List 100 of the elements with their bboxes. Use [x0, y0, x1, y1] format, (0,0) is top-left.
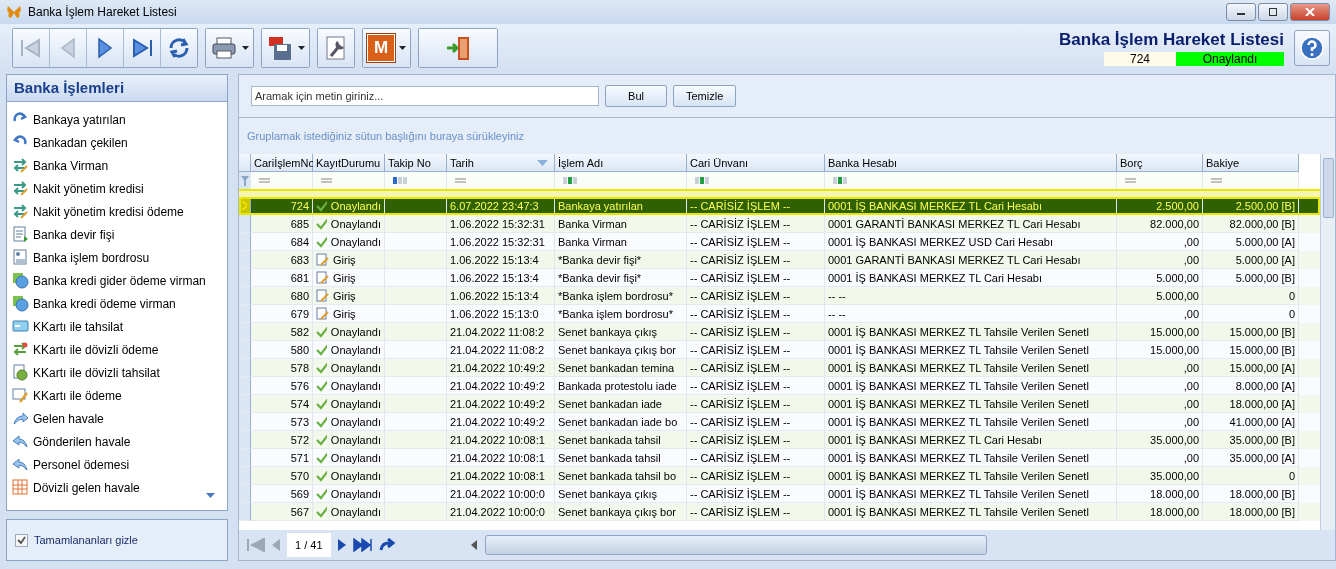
text-filter-icon[interactable]: [695, 177, 710, 184]
equals-icon[interactable]: [1125, 178, 1136, 183]
table-row[interactable]: 574 Onaylandı 21.04.2022 10:49:2 Senet bankadan iade -- CARİSİZ İŞLEM -- 0001 İŞ BANKASI MERKEZ TL Tahsile Verilen Senetl ,00 18.000,00 [A]: [239, 395, 1320, 413]
text-filter-icon[interactable]: [833, 177, 848, 184]
row-indicator[interactable]: [239, 215, 251, 233]
sidebar-item[interactable]: Nakit yönetim kredisi: [33, 181, 144, 196]
sidebar-item[interactable]: KKartı ile tahsilat: [33, 319, 124, 334]
row-indicator[interactable]: [239, 395, 251, 413]
column-header[interactable]: İşlem Adı: [555, 154, 687, 172]
help-button[interactable]: [1294, 30, 1330, 66]
scrollbar-thumb[interactable]: [1323, 158, 1334, 218]
row-indicator[interactable]: [239, 269, 251, 287]
first-page-icon[interactable]: [247, 538, 265, 552]
sidebar-item[interactable]: Nakit yönetim kredisi ödeme: [33, 204, 184, 219]
equals-icon[interactable]: [1211, 178, 1222, 183]
next-page-icon[interactable]: [336, 538, 347, 552]
row-indicator[interactable]: [239, 413, 251, 431]
sidebar-item[interactable]: Bankadan çekilen: [33, 135, 128, 150]
text-filter-icon[interactable]: [563, 177, 578, 184]
row-indicator[interactable]: [239, 251, 251, 269]
row-indicator[interactable]: [239, 485, 251, 503]
table-row[interactable]: 571 Onaylandı 21.04.2022 10:08:1 Senet bankada tahsil -- CARİSİZ İŞLEM -- 0001 İŞ BANKASI MERKEZ TL Tahsile Verilen Senetl ,00 35.000,00 [A]: [239, 449, 1320, 467]
table-row[interactable]: 582 Onaylandı 21.04.2022 11:08:2 Senet bankaya çıkış -- CARİSİZ İŞLEM -- 0001 İŞ BANKASI MERKEZ TL Tahsile Verilen Senetl 15.000,00 15.000,00 [B]: [239, 323, 1320, 341]
scrollbar-thumb[interactable]: [484, 535, 987, 555]
table-row[interactable]: 569 Onaylandı 21.04.2022 10:00:0 Senet bankaya çıkış -- CARİSİZ İŞLEM -- 0001 İŞ BANKASI MERKEZ TL Tahsile Verilen Senetl 18.000,00 18.000,00 [B]: [239, 485, 1320, 503]
table-row[interactable]: 681 Giriş 1.06.2022 15:13:4 *Banka devir fişi* -- CARİSİZ İŞLEM -- 0001 İŞ BANKASI MERKEZ TL Cari Hesabı 5.000,00 5.000,00 [B]: [239, 269, 1320, 287]
checkbox[interactable]: [15, 533, 28, 547]
table-row[interactable]: 685 Onaylandı 1.06.2022 15:32:31 Banka Virman -- CARİSİZ İŞLEM -- 0001 GARANTİ BANKASI MERKEZ TL Cari Hesabı 82.000,00 82.000,00 [B]: [239, 215, 1320, 233]
table-cell: 578: [290, 361, 309, 374]
last-page-icon[interactable]: [352, 538, 373, 552]
column-header[interactable]: Bakiye: [1203, 154, 1299, 172]
text-filter-icon[interactable]: [393, 177, 408, 184]
column-header[interactable]: Banka Hesabı: [825, 154, 1117, 172]
sidebar-item[interactable]: Banka işlem bordrosu: [33, 250, 150, 265]
row-indicator[interactable]: [239, 323, 251, 341]
close-button[interactable]: [1290, 3, 1330, 21]
sidebar-item[interactable]: Dövizli gelen havale: [33, 480, 140, 495]
redo-icon[interactable]: [378, 538, 397, 552]
sidebar-item[interactable]: Gelen havale: [33, 411, 104, 426]
sidebar-item[interactable]: Personel ödemesi: [33, 457, 130, 472]
status-text: Onaylandı: [330, 379, 381, 392]
last-button[interactable]: [124, 29, 161, 67]
row-indicator[interactable]: [239, 305, 251, 323]
row-indicator[interactable]: [239, 287, 251, 305]
column-header[interactable]: CariİşlemNo: [251, 154, 313, 172]
printer-button[interactable]: [206, 29, 253, 67]
equals-icon[interactable]: [259, 178, 270, 183]
sidebar-item[interactable]: KKartı ile dövizli tahsilat: [33, 365, 160, 380]
row-indicator[interactable]: [239, 449, 251, 467]
sidebar-item[interactable]: Banka devir fişi: [33, 227, 115, 242]
row-indicator[interactable]: [239, 377, 251, 395]
column-header[interactable]: Cari Ünvanı: [687, 154, 825, 172]
table-row[interactable]: 573 Onaylandı 21.04.2022 10:49:2 Senet bankadan iade bo -- CARİSİZ İŞLEM -- 0001 İŞ BANKASI MERKEZ TL Tahsile Verilen Senetl ,00 41.000,00 [A]: [239, 413, 1320, 431]
wrench-button[interactable]: [318, 29, 354, 67]
row-indicator[interactable]: [239, 359, 251, 377]
sidebar-item[interactable]: KKartı ile ödeme: [33, 388, 122, 403]
table-cell: -- CARİSİZ İŞLEM --: [690, 343, 791, 356]
sidebar-item[interactable]: Gönderilen havale: [33, 434, 131, 449]
table-row[interactable]: 578 Onaylandı 21.04.2022 10:49:2 Senet bankadan temina -- CARİSİZ İŞLEM -- 0001 İŞ BANKASI MERKEZ TL Tahsile Verilen Senetl ,00 15.000,00 [A]: [239, 359, 1320, 377]
row-indicator[interactable]: [239, 341, 251, 359]
table-row[interactable]: 679 Giriş 1.06.2022 15:13:0 *Banka işlem bordrosu* -- CARİSİZ İŞLEM -- -- -- ,00 0: [239, 305, 1320, 323]
sidebar-item[interactable]: Bankaya yatırılan: [33, 112, 126, 127]
vertical-scrollbar[interactable]: [1320, 154, 1335, 530]
table-row[interactable]: 684 Onaylandı 1.06.2022 15:32:31 Banka Virman -- CARİSİZ İŞLEM -- 0001 İŞ BANKASI MERKEZ USD Cari Hesabı ,00 5.000,00 [A]: [239, 233, 1320, 251]
equals-icon[interactable]: [455, 178, 466, 183]
refresh-button[interactable]: [161, 29, 197, 67]
scroll-left-icon[interactable]: [470, 540, 477, 550]
minimize-button[interactable]: [1226, 3, 1256, 21]
find-button[interactable]: Bul: [605, 85, 667, 107]
module-button[interactable]: M: [363, 29, 410, 67]
sidebar-item[interactable]: Banka kredi ödeme virman: [33, 296, 176, 311]
previous-page-icon[interactable]: [271, 538, 281, 552]
table-row[interactable]: 576 Onaylandı 21.04.2022 10:49:2 Bankada protestolu iade -- CARİSİZ İŞLEM -- 0001 İŞ BANKASI MERKEZ TL Tahsile Verilen Senetl ,00 8.000,00 [A]: [239, 377, 1320, 395]
row-indicator[interactable]: [239, 467, 251, 485]
table-row[interactable]: 567 Onaylandı 21.04.2022 10:00:0 Senet bankaya çıkış bor -- CARİSİZ İŞLEM -- 0001 İŞ BANKASI MERKEZ TL Tahsile Verilen Senetl 18.000,00 18.000,00 [B]: [239, 503, 1320, 521]
search-field[interactable]: Aramak için metin giriniz...: [251, 86, 599, 106]
clear-button[interactable]: Temizle: [673, 85, 737, 107]
table-row[interactable]: 724 Onaylandı 6.07.2022 23:47:3 Bankaya yatırılan -- CARİSİZ İŞLEM -- 0001 İŞ BANKASI MERKEZ TL Cari Hesabı 2.500,00 2.500,00 [B]: [239, 197, 1320, 215]
table-row[interactable]: 572 Onaylandı 21.04.2022 10:08:1 Senet bankada tahsil -- CARİSİZ İŞLEM -- 0001 İŞ BANKASI MERKEZ TL Cari Hesabı 35.000,00 35.000,00 [B]: [239, 431, 1320, 449]
row-indicator[interactable]: [239, 431, 251, 449]
row-indicator[interactable]: [239, 503, 251, 521]
row-indicator[interactable]: [239, 197, 251, 215]
column-header[interactable]: Tarih: [447, 154, 555, 172]
table-row[interactable]: 680 Giriş 1.06.2022 15:13:4 *Banka işlem bordrosu* -- CARİSİZ İŞLEM -- -- -- 5.000,00 0: [239, 287, 1320, 305]
scroll-down-icon[interactable]: [206, 493, 215, 499]
sidebar-item[interactable]: KKartı ile dövizli ödeme: [33, 342, 159, 357]
column-header[interactable]: Takip No: [385, 154, 447, 172]
column-header[interactable]: KayıtDurumu: [313, 154, 385, 172]
exit-door-button[interactable]: [419, 29, 497, 67]
next-button[interactable]: [87, 29, 124, 67]
save-button[interactable]: [262, 29, 309, 67]
row-indicator[interactable]: [239, 233, 251, 251]
column-header[interactable]: Borç: [1117, 154, 1203, 172]
table-row[interactable]: 580 Onaylandı 21.04.2022 11:08:2 Senet bankaya çıkış bor -- CARİSİZ İŞLEM -- 0001 İŞ BANKASI MERKEZ TL Tahsile Verilen Senetl 15.000,00 15.000,00 [B]: [239, 341, 1320, 359]
sidebar-item[interactable]: Banka kredi gider ödeme virman: [33, 273, 206, 288]
table-row[interactable]: 570 Onaylandı 21.04.2022 10:08:1 Senet bankada tahsil bo -- CARİSİZ İŞLEM -- 0001 İŞ BANKASI MERKEZ TL Tahsile Verilen Senetl 35.000,00 0: [239, 467, 1320, 485]
maximize-button[interactable]: [1258, 3, 1288, 21]
equals-icon[interactable]: [321, 178, 332, 183]
table-row[interactable]: 683 Giriş 1.06.2022 15:13:4 *Banka devir fişi* -- CARİSİZ İŞLEM -- 0001 GARANTİ BANKASI MERKEZ TL Cari Hesabı ,00 5.000,00 [A]: [239, 251, 1320, 269]
sidebar-item[interactable]: Banka Virman: [33, 158, 109, 173]
